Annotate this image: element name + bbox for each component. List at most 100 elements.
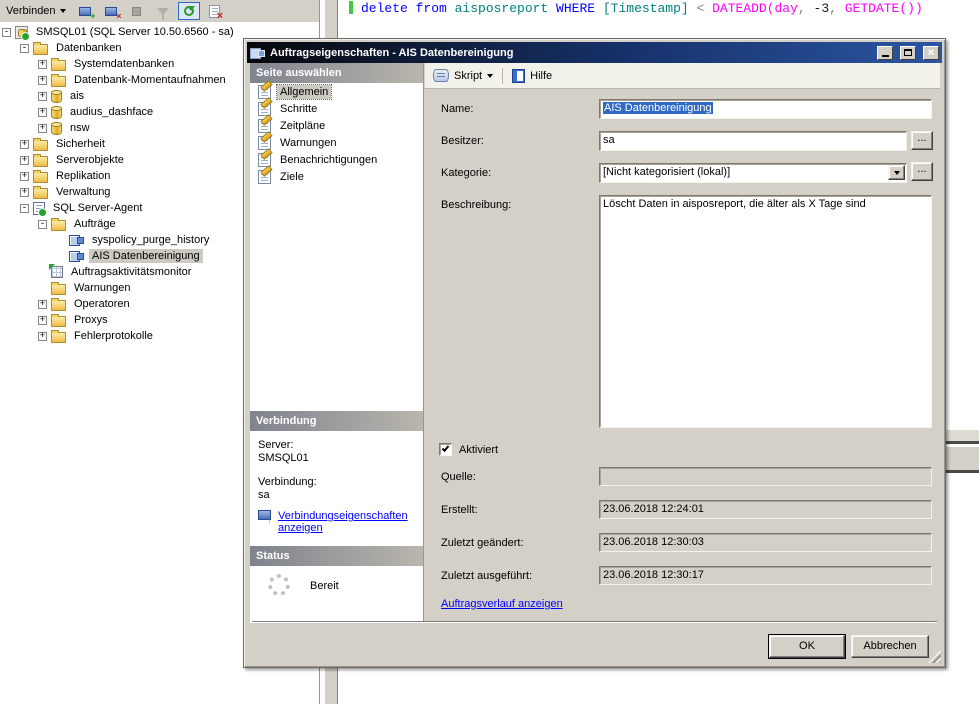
sidebar-item-label[interactable]: Schritte [277, 102, 320, 116]
help-button[interactable]: Hilfe [530, 70, 552, 82]
sidebar-item-label[interactable]: Warnungen [277, 136, 339, 150]
connect-button[interactable]: Verbinden [2, 3, 70, 19]
tree-item-label[interactable]: Systemdatenbanken [71, 57, 177, 71]
sql-token: GETDATE()) [845, 1, 923, 16]
folder-icon [33, 44, 48, 55]
disconnect-server-button[interactable]: × [100, 2, 122, 20]
view-connection-properties-link[interactable]: Verbindungseigenschaften anzeigen [278, 510, 417, 534]
sql-token: DATEADD(day [712, 1, 798, 16]
connection-value: sa [258, 489, 417, 501]
owner-browse-button[interactable]: ... [911, 131, 933, 150]
db-icon [51, 90, 62, 103]
tree-item-label[interactable]: Operatoren [71, 297, 133, 311]
refresh-button[interactable] [178, 2, 200, 20]
sidebar-item[interactable]: Ziele [250, 169, 423, 185]
expand-icon[interactable]: + [38, 332, 47, 341]
expand-icon[interactable]: + [38, 76, 47, 85]
folder-icon [51, 316, 66, 327]
category-dropdown-button[interactable] [888, 165, 905, 180]
progress-spinner-icon [268, 574, 290, 596]
sidebar-item-label[interactable]: Ziele [277, 170, 307, 184]
owner-input[interactable]: sa [599, 131, 907, 151]
expand-icon[interactable]: + [38, 124, 47, 133]
connect-button-label: Verbinden [6, 5, 56, 17]
delete-script-button[interactable] [204, 2, 226, 20]
tree-item-label[interactable]: SQL Server-Agent [50, 201, 145, 215]
tree-item-label[interactable]: Auftragsaktivitätsmonitor [68, 265, 194, 279]
tree-item-label[interactable]: Datenbanken [53, 41, 124, 55]
tree-item-label[interactable]: audius_dashface [67, 105, 156, 119]
view-job-history-link[interactable]: Auftragsverlauf anzeigen [441, 598, 563, 610]
expand-icon[interactable]: + [20, 172, 29, 181]
query-editor[interactable]: delete from aisposreport WHERE [Timestam… [340, 0, 979, 38]
tree-item-label[interactable]: nsw [67, 121, 93, 135]
tree-item-label[interactable]: Replikation [53, 169, 113, 183]
sql-query-line[interactable]: delete from aisposreport WHERE [Timestam… [361, 1, 923, 16]
created-field: 23.06.2018 12:24:01 [599, 500, 932, 519]
server-icon [15, 26, 28, 39]
folder-icon [51, 300, 66, 311]
expand-icon[interactable]: + [38, 300, 47, 309]
tree-item-label[interactable]: Warnungen [71, 281, 133, 295]
category-browse-button[interactable]: ... [911, 162, 933, 181]
expand-icon[interactable]: + [38, 60, 47, 69]
close-button[interactable]: × [923, 46, 939, 60]
expand-icon[interactable]: + [38, 316, 47, 325]
sidebar-item-label[interactable]: Benachrichtigungen [277, 153, 380, 167]
name-input[interactable]: AIS Datenbereinigung [599, 99, 932, 119]
sidebar-item-label[interactable]: Zeitpläne [277, 119, 328, 133]
stop-button[interactable] [126, 2, 148, 20]
minimize-button[interactable] [877, 46, 893, 60]
sidebar-item[interactable]: Schritte [250, 101, 423, 117]
agent-icon [33, 202, 45, 215]
sql-token: , [798, 1, 814, 16]
category-label: Kategorie: [441, 167, 491, 179]
page-list: Allgemein Schritte Zeitpläne Warnungen Benac… [250, 83, 423, 411]
expand-icon[interactable]: + [20, 156, 29, 165]
connect-server-icon [79, 7, 91, 16]
plus-badge-icon: + [90, 12, 95, 20]
connect-server-button[interactable]: + [74, 2, 96, 20]
sidebar-item[interactable]: Allgemein [250, 84, 423, 100]
tree-item-label[interactable]: Serverobjekte [53, 153, 127, 167]
script-dropdown-icon[interactable] [487, 74, 493, 78]
collapse-icon[interactable]: - [2, 28, 11, 37]
expand-icon[interactable]: + [20, 188, 29, 197]
tree-item-label[interactable]: Aufträge [71, 217, 119, 231]
tree-item-label[interactable]: SMSQL01 (SQL Server 10.50.6560 - sa) [33, 25, 237, 39]
collapse-icon[interactable]: - [20, 204, 29, 213]
refresh-icon [184, 6, 194, 16]
dialog-titlebar[interactable]: Auftragseigenschaften - AIS Datenbereini… [247, 42, 942, 63]
tree-item-label[interactable]: Proxys [71, 313, 111, 327]
collapse-icon[interactable]: - [20, 44, 29, 53]
monitor-icon [51, 266, 63, 278]
resize-grip[interactable] [928, 650, 941, 663]
tree-item-label[interactable]: syspolicy_purge_history [89, 233, 212, 247]
description-textarea[interactable]: Löscht Daten in aisposreport, die älter … [599, 195, 932, 428]
category-select[interactable]: [Nicht kategorisiert (lokal)] [599, 163, 907, 183]
sidebar-item[interactable]: Benachrichtigungen [250, 152, 423, 168]
tree-item-label[interactable]: Fehlerprotokolle [71, 329, 156, 343]
expand-icon[interactable]: + [38, 108, 47, 117]
job-icon [250, 47, 265, 59]
tree-item-label[interactable]: ais [67, 89, 87, 103]
script-button[interactable]: Skript [454, 70, 482, 82]
enabled-checkbox[interactable] [439, 443, 452, 456]
last-modified-label: Zuletzt geändert: [441, 537, 524, 549]
maximize-button[interactable] [900, 46, 916, 60]
filter-button[interactable] [152, 2, 174, 20]
description-label: Beschreibung: [441, 199, 511, 211]
ok-button[interactable]: OK [769, 635, 845, 658]
tree-item-label[interactable]: Verwaltung [53, 185, 113, 199]
sidebar-item[interactable]: Zeitpläne [250, 118, 423, 134]
tree-item-label[interactable]: Datenbank-Momentaufnahmen [71, 73, 229, 87]
sidebar-item-label[interactable]: Allgemein [277, 85, 331, 99]
expand-icon[interactable]: + [38, 92, 47, 101]
sidebar-item[interactable]: Warnungen [250, 135, 423, 151]
collapse-icon[interactable]: - [38, 220, 47, 229]
tree-item-label[interactable]: Sicherheit [53, 137, 108, 151]
tree-item-label[interactable]: AIS Datenbereinigung [89, 249, 203, 263]
cancel-button[interactable]: Abbrechen [851, 635, 929, 658]
object-explorer-toolbar: Verbinden + × [0, 0, 319, 22]
expand-icon[interactable]: + [20, 140, 29, 149]
